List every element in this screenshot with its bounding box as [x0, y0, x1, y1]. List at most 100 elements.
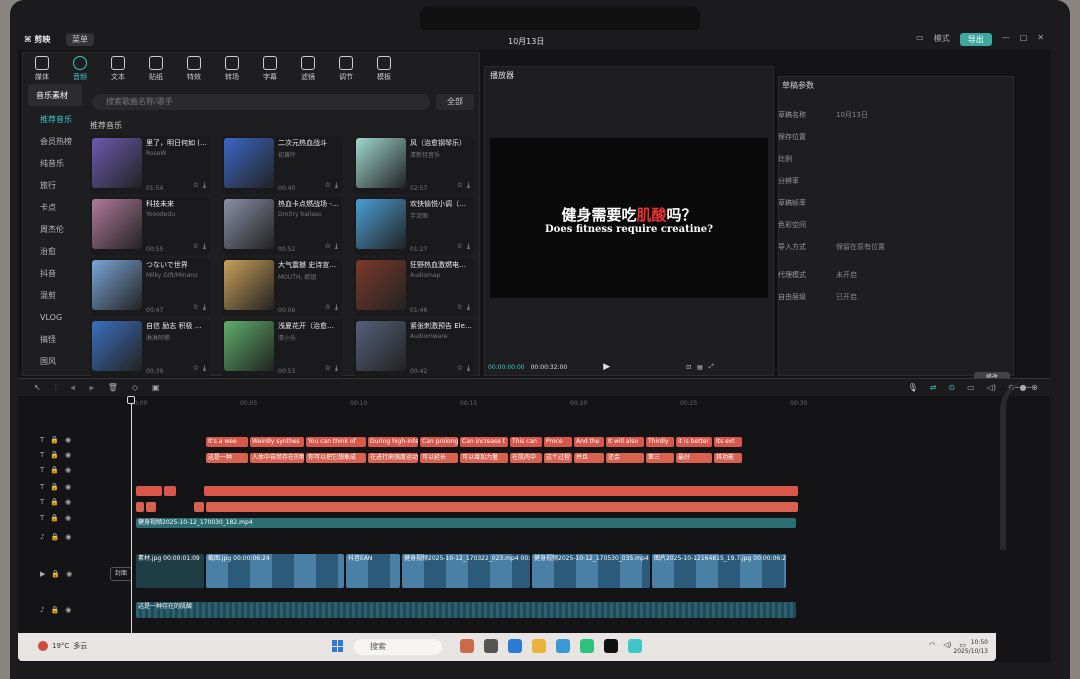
download-icon[interactable]: ⤓	[203, 303, 206, 312]
layout-icon[interactable]: ▭	[916, 33, 924, 46]
taskbar-search[interactable]: 搜索	[354, 639, 442, 655]
sidebar-item-douyin[interactable]: 抖音	[24, 262, 86, 284]
favorite-icon[interactable]: ☆	[325, 242, 331, 251]
lock-icon[interactable]: 🔒	[51, 570, 60, 578]
split-icon[interactable]: ⫶	[55, 383, 57, 393]
eye-icon[interactable]: ◉	[65, 514, 71, 522]
tool-effects[interactable]: 特效	[180, 52, 208, 92]
sidebar-item-vlog[interactable]: VLOG	[24, 306, 86, 328]
select-icon[interactable]: ↖	[34, 383, 41, 393]
video-clip[interactable]: 健身视频2025-10-12_170322_023.mp4 00:00:05:0…	[402, 554, 530, 588]
music-card[interactable]: 风（治愈钢琴乐） 清新轻音乐 02:57 ☆ ⤓	[354, 136, 474, 194]
music-card[interactable]: 科技未来 Yooodedu 00:55 ☆ ⤓	[90, 197, 210, 255]
text-clip[interactable]: 可以延长	[420, 453, 458, 463]
fullscreen-icon[interactable]: ⤢	[709, 363, 714, 371]
preview-axis-icon[interactable]: ▭	[967, 383, 975, 392]
lock-icon[interactable]: 🔒	[50, 533, 59, 541]
text-clip[interactable]: It will also	[606, 437, 644, 447]
wifi-icon[interactable]: ◠	[929, 641, 935, 649]
lock-icon[interactable]: 🔒	[50, 514, 59, 522]
download-icon[interactable]: ⤓	[335, 364, 338, 373]
playhead[interactable]	[131, 398, 132, 638]
music-card[interactable]: つないで世界 Milky Gift/Minano 00:47 ☆ ⤓	[90, 258, 210, 316]
text-clip[interactable]	[146, 502, 156, 512]
text-clip[interactable]: 其功能	[714, 453, 742, 463]
lock-icon[interactable]: 🔒	[50, 436, 59, 444]
text-clip[interactable]: 这是一种	[206, 453, 248, 463]
music-search-input[interactable]: 搜索歌曲名称/歌手	[92, 94, 430, 110]
music-card[interactable]: 自信 励志 积极 学创 动感淋淋阿紫00:39☆⤓	[90, 319, 210, 377]
sidebar-item-music[interactable]: 音乐素材	[28, 84, 82, 106]
download-icon[interactable]: ⤓	[467, 242, 470, 251]
download-icon[interactable]: ⤓	[467, 181, 470, 190]
capcut-taskbar-icon[interactable]	[604, 639, 618, 653]
text-clip[interactable]: You can think of	[306, 437, 366, 447]
text-clip[interactable]: 第三	[646, 453, 674, 463]
text-clip[interactable]: 在进行高强度运动时	[368, 453, 418, 463]
app-avatar-icon[interactable]	[460, 639, 474, 653]
text-clip[interactable]: Proce	[544, 437, 572, 447]
eye-icon[interactable]: ◉	[65, 483, 71, 491]
sidebar-item-beat[interactable]: 卡点	[24, 196, 86, 218]
sidebar-item-pure[interactable]: 纯音乐	[24, 152, 86, 174]
tool-transition[interactable]: 转场	[218, 52, 246, 92]
video-clip[interactable]: 素材.jpg 00:00:01:09	[136, 554, 204, 588]
music-card[interactable]: 浅夏花开（治愈钢琴乐）清小乐00:53☆⤓	[222, 319, 342, 377]
download-icon[interactable]: ⤓	[467, 303, 470, 312]
music-card[interactable]: 大气震撼 史诗宣传片 MOUTH, 妮姐 00:06 ☆ ⤓	[222, 258, 342, 316]
favorite-icon[interactable]: ☆	[457, 364, 463, 373]
delete-icon[interactable]: 🗑	[108, 383, 118, 393]
windows-start-icon[interactable]	[332, 640, 344, 652]
text-clip[interactable]: Can prolong	[420, 437, 458, 447]
text-clip[interactable]	[136, 502, 144, 512]
eye-icon[interactable]: ◉	[66, 570, 72, 578]
lock-icon[interactable]: 🔒	[50, 498, 59, 506]
text-clip[interactable]: 你可以把它想象成	[306, 453, 366, 463]
text-clip[interactable]: Thirdly	[646, 437, 674, 447]
video-clip[interactable]: 截图.jpg 00:00:06:24	[206, 554, 344, 588]
download-icon[interactable]: ⤓	[203, 242, 206, 251]
cover-button[interactable]: 封面	[110, 567, 132, 581]
clock[interactable]: 10:50 2025/10/13	[953, 638, 988, 656]
lock-icon[interactable]: 🔒	[50, 483, 59, 491]
text-clip[interactable]: It's a wee	[206, 437, 248, 447]
sidebar-item-vip[interactable]: 会员热榜	[24, 130, 86, 152]
tool-text[interactable]: 文本	[104, 52, 132, 92]
maximize-icon[interactable]: □	[1020, 33, 1028, 46]
tool-filter[interactable]: 滤镜	[294, 52, 322, 92]
menu-button[interactable]: 菜单	[66, 33, 94, 46]
speaker-icon[interactable]: ◁)	[943, 641, 951, 649]
volume-icon[interactable]: ◁)	[987, 383, 996, 392]
text-clip[interactable]: 在肌肉中	[510, 453, 542, 463]
music-card[interactable]: 里了，明日何如 (Sped Up)RoseW01:54☆⤓	[90, 136, 210, 194]
lock-icon[interactable]: 🔒	[50, 466, 59, 474]
mic-icon[interactable]: 🎙	[908, 383, 918, 392]
explorer-icon[interactable]	[532, 639, 546, 653]
favorite-icon[interactable]: ☆	[193, 242, 199, 251]
download-icon[interactable]: ⤓	[335, 303, 338, 312]
sidebar-item-recommended[interactable]: 推荐音乐	[24, 108, 86, 130]
layout-mode-button[interactable]: 模式	[934, 33, 950, 46]
favorite-icon[interactable]: ☆	[457, 303, 463, 312]
favorite-icon[interactable]: ☆	[457, 242, 463, 251]
text-clip[interactable]: And the	[574, 437, 604, 447]
music-card[interactable]: 热血卡点燃战场 - Born To Fight A... Dmitry balla…	[222, 197, 342, 255]
text-clip[interactable]: 可以增加力量	[460, 453, 508, 463]
sidebar-item-heal[interactable]: 治愈	[24, 240, 86, 262]
tool-template[interactable]: 模板	[370, 52, 398, 92]
download-icon[interactable]: ⤓	[467, 364, 470, 373]
text-clip[interactable]	[164, 486, 176, 496]
text-clip[interactable]: it is better	[676, 437, 712, 447]
tool-subtitle[interactable]: 字幕	[256, 52, 284, 92]
download-icon[interactable]: ⤓	[203, 181, 206, 190]
weather-widget[interactable]: 19°C 多云	[38, 641, 87, 651]
image-icon[interactable]: ▣	[152, 383, 160, 393]
eye-icon[interactable]: ◉	[65, 606, 71, 614]
wechat-icon[interactable]	[580, 639, 594, 653]
close-icon[interactable]: ✕	[1037, 33, 1044, 46]
text-clip[interactable]	[194, 502, 204, 512]
favorite-icon[interactable]: ☆	[325, 181, 331, 190]
text-clip[interactable]: 还会	[606, 453, 644, 463]
link-icon[interactable]: ⇌	[930, 383, 937, 392]
eye-icon[interactable]: ◉	[65, 533, 71, 541]
